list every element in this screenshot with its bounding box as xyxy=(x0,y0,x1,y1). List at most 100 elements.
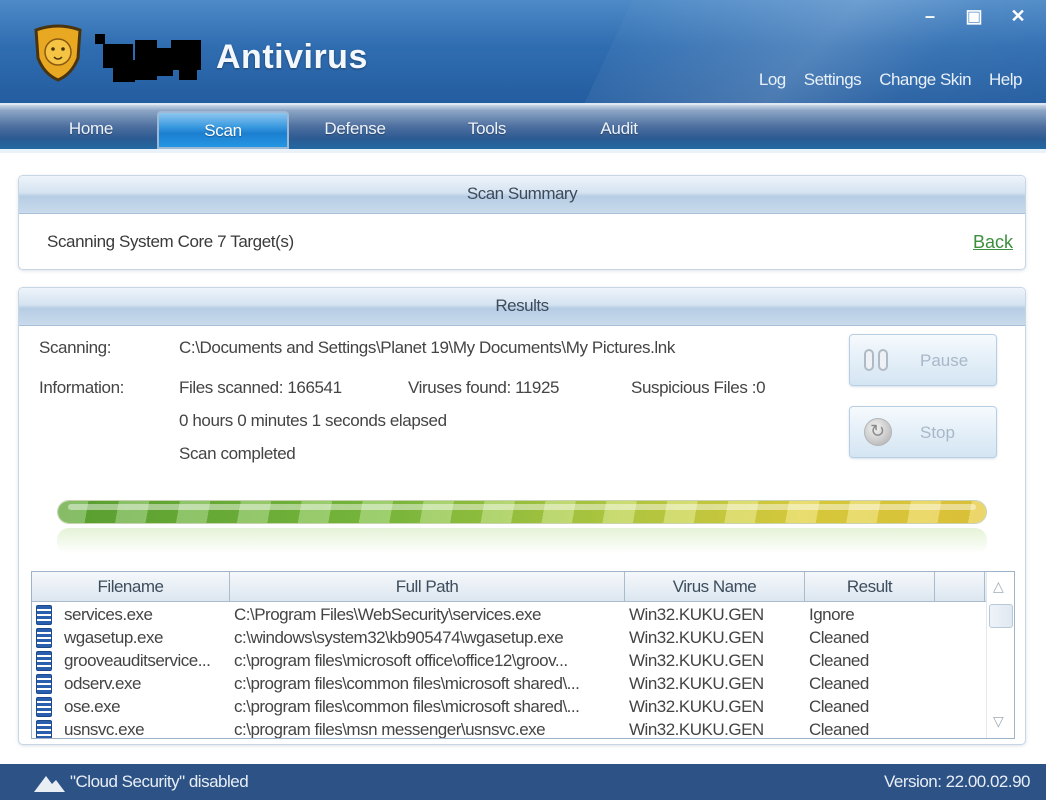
file-icon xyxy=(36,650,52,671)
tab-audit[interactable]: Audit xyxy=(553,111,685,149)
scan-summary-header: Scan Summary xyxy=(19,176,1025,214)
filename-cell: grooveauditservice... xyxy=(32,649,230,672)
results-panel: Results Scanning: C:\Documents and Setti… xyxy=(18,287,1026,745)
column-filename[interactable]: Filename xyxy=(32,572,230,602)
cloud-icon xyxy=(34,776,65,792)
app-title: Antivirus xyxy=(216,38,368,76)
full-path-cell: c:\program files\msn messenger\usnsvc.ex… xyxy=(234,720,546,739)
result-cell: Cleaned xyxy=(809,697,869,716)
progress-track xyxy=(57,500,987,524)
tab-home[interactable]: Home xyxy=(25,111,157,149)
scanning-label: Scanning: xyxy=(39,338,112,357)
scan-summary-panel: Scan Summary Scanning System Core 7 Targ… xyxy=(18,175,1026,270)
file-icon xyxy=(36,604,52,625)
close-button[interactable]: ✕ xyxy=(1008,6,1028,27)
stop-button[interactable]: Stop xyxy=(849,406,997,458)
table-header: Filename Full Path Virus Name Result xyxy=(32,572,1014,602)
scroll-up-arrow-icon[interactable]: △ xyxy=(993,578,1004,595)
tab-tools[interactable]: Tools xyxy=(421,111,553,149)
file-icon xyxy=(36,696,52,717)
filename-cell: services.exe xyxy=(32,603,230,626)
filename-cell: ose.exe xyxy=(32,695,230,718)
full-path-cell: c:\program files\common files\microsoft … xyxy=(234,697,580,716)
stop-label: Stop xyxy=(920,423,955,442)
tab-defense[interactable]: Defense xyxy=(289,111,421,149)
app-header: Antivirus – ▣ ✕ Log Settings Change Skin… xyxy=(0,0,1046,103)
table-body: services.exe C:\Program Files\WebSecurity… xyxy=(32,603,987,739)
results-header: Results xyxy=(19,288,1025,326)
table-scrollbar[interactable]: △ ▽ xyxy=(986,572,1014,738)
table-row[interactable]: odserv.exe c:\program files\common files\… xyxy=(32,672,987,695)
filename-text: grooveauditservice... xyxy=(64,651,211,670)
column-extra xyxy=(935,572,985,602)
scroll-thumb[interactable] xyxy=(989,604,1013,628)
table-row[interactable]: usnsvc.exe c:\program files\msn messenger… xyxy=(32,718,987,739)
column-result[interactable]: Result xyxy=(805,572,935,602)
scan-status: Scan completed xyxy=(179,444,296,463)
virus-name-cell: Win32.KUKU.GEN xyxy=(629,628,764,647)
top-links: Log Settings Change Skin Help xyxy=(759,70,1023,90)
help-link[interactable]: Help xyxy=(989,70,1022,90)
progress-reflection xyxy=(57,528,987,554)
virus-name-cell: Win32.KUKU.GEN xyxy=(629,674,764,693)
filename-text: odserv.exe xyxy=(64,674,141,693)
elapsed-time: 0 hours 0 minutes 1 seconds elapsed xyxy=(179,411,447,430)
lion-shield-logo-icon xyxy=(34,24,82,82)
result-cell: Cleaned xyxy=(809,720,869,739)
full-path-cell: c:\program files\microsoft office\office… xyxy=(234,651,568,670)
main-nav: Home Scan Defense Tools Audit xyxy=(0,103,1046,153)
file-icon xyxy=(36,719,52,738)
settings-link[interactable]: Settings xyxy=(804,70,862,90)
virus-name-cell: Win32.KUKU.GEN xyxy=(629,697,764,716)
result-cell: Cleaned xyxy=(809,651,869,670)
table-row[interactable]: services.exe C:\Program Files\WebSecurity… xyxy=(32,603,987,626)
minimize-button[interactable]: – xyxy=(920,6,940,27)
status-bar: "Cloud Security" disabled Version: 22.00… xyxy=(0,764,1046,800)
result-cell: Cleaned xyxy=(809,628,869,647)
scroll-down-arrow-icon[interactable]: ▽ xyxy=(993,713,1004,730)
information-label: Information: xyxy=(39,378,124,397)
viruses-found: Viruses found: 11925 xyxy=(408,378,560,397)
filename-text: usnsvc.exe xyxy=(64,720,145,739)
scan-summary-text: Scanning System Core 7 Target(s) xyxy=(47,232,294,251)
result-cell: Ignore xyxy=(809,605,855,624)
table-row[interactable]: ose.exe c:\program files\common files\mic… xyxy=(32,695,987,718)
table-row[interactable]: wgasetup.exe c:\windows\system32\kb905474… xyxy=(32,626,987,649)
scan-progress-bar xyxy=(57,500,987,526)
filename-cell: odserv.exe xyxy=(32,672,230,695)
redacted-brand-mark xyxy=(95,34,201,82)
column-full-path[interactable]: Full Path xyxy=(230,572,625,602)
column-virus-name[interactable]: Virus Name xyxy=(625,572,805,602)
results-table: Filename Full Path Virus Name Result ser… xyxy=(31,571,1015,739)
virus-name-cell: Win32.KUKU.GEN xyxy=(629,651,764,670)
window-controls: – ▣ ✕ xyxy=(920,6,1028,27)
table-row[interactable]: grooveauditservice... c:\program files\mi… xyxy=(32,649,987,672)
full-path-cell: c:\program files\common files\microsoft … xyxy=(234,674,580,693)
filename-text: services.exe xyxy=(64,605,153,624)
tab-scan[interactable]: Scan xyxy=(157,111,289,149)
virus-name-cell: Win32.KUKU.GEN xyxy=(629,720,764,739)
maximize-button[interactable]: ▣ xyxy=(964,6,984,27)
result-cell: Cleaned xyxy=(809,674,869,693)
back-link[interactable]: Back xyxy=(973,232,1013,253)
pause-label: Pause xyxy=(920,351,969,370)
suspicious-files: Suspicious Files :0 xyxy=(631,378,766,397)
nav-divider xyxy=(0,149,1046,153)
filename-text: ose.exe xyxy=(64,697,121,716)
filename-cell: wgasetup.exe xyxy=(32,626,230,649)
virus-name-cell: Win32.KUKU.GEN xyxy=(629,605,764,624)
log-link[interactable]: Log xyxy=(759,70,786,90)
file-icon xyxy=(36,627,52,648)
files-scanned: Files scanned: 166541 xyxy=(179,378,342,397)
filename-text: wgasetup.exe xyxy=(64,628,163,647)
filename-cell: usnsvc.exe xyxy=(32,718,230,739)
pause-button[interactable]: Pause xyxy=(849,334,997,386)
change-skin-link[interactable]: Change Skin xyxy=(879,70,971,90)
version-label: Version: 22.00.02.90 xyxy=(884,772,1030,791)
file-icon xyxy=(36,673,52,694)
progress-shine xyxy=(68,504,976,510)
scanning-path: C:\Documents and Settings\Planet 19\My D… xyxy=(179,338,675,357)
pause-icon xyxy=(864,349,888,371)
stop-icon xyxy=(864,418,892,446)
cloud-security-status[interactable]: "Cloud Security" disabled xyxy=(70,772,249,792)
